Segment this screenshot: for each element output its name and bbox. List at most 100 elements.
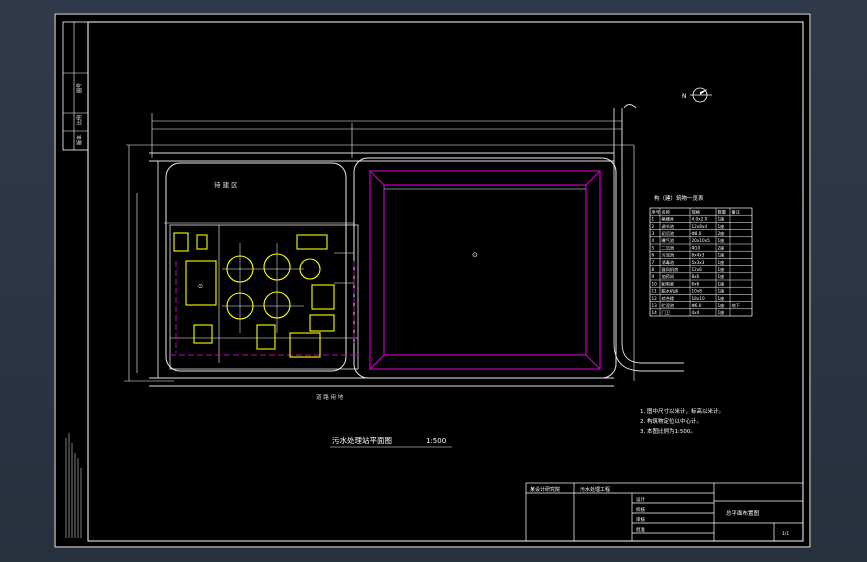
table-cell: 2座: [718, 244, 725, 251]
table-cell: 贮泥池: [662, 302, 675, 309]
pond-site: [353, 157, 617, 379]
table-cell: 11: [652, 289, 658, 294]
table-cell: 1座: [718, 273, 725, 280]
table-cell: 1座: [718, 259, 725, 266]
table-cell: 1座: [718, 309, 725, 316]
table-cell: 曝气池: [662, 237, 675, 243]
table-cell: 12: [652, 296, 658, 301]
table-cell: 5x3x3: [692, 260, 705, 265]
table-cell: 14: [652, 310, 658, 315]
road-label: 道 路 用 地: [316, 393, 344, 401]
site-roads: [149, 104, 684, 387]
table-cell: 地下: [732, 302, 740, 309]
table-cell: 4x4: [692, 310, 700, 315]
tb-row-4: 批准: [636, 526, 645, 533]
drawing-title: 污水处理站平面图: [332, 435, 392, 445]
table-header-cell: 备注: [732, 208, 741, 215]
table-cell: 脱水机房: [662, 288, 679, 295]
building-f: [309, 314, 335, 332]
table-cell: 消毒池: [662, 259, 675, 266]
building-g: [256, 324, 276, 350]
table-cell: 12x6: [692, 267, 703, 272]
table-header-cell: 序号: [652, 208, 660, 215]
north-arrow: N: [682, 87, 712, 103]
table-cell: 初沉池: [662, 230, 675, 237]
table-cell: 格栅井: [662, 216, 675, 223]
table-cell: 6: [652, 253, 655, 258]
notes-block: 1. 图中尺寸以米计，标高以米计。 2. 构筑物定位以中心计。 3. 本图比例为…: [640, 407, 724, 435]
drawing-scale: 1:500: [426, 437, 446, 445]
treatment-area: ⊙: [169, 224, 359, 370]
table-cell: 20x10x5: [692, 238, 711, 243]
tb-sheet: 1/1: [782, 531, 789, 537]
table-cell: 13: [652, 303, 658, 308]
table-cell: 6x4x3: [692, 253, 705, 258]
table-cell: 1座: [718, 266, 725, 273]
table-cell: 8x6: [692, 274, 700, 279]
tb-row-2: 校核: [636, 506, 645, 513]
building-d: [296, 234, 328, 250]
building-marker: ⊙: [198, 283, 203, 290]
table-cell: 8: [652, 267, 655, 272]
strip-label-1: 图号: [77, 83, 83, 93]
note-line-2: 2. 构筑物定位以中心计。: [640, 417, 702, 425]
pond: [369, 170, 601, 370]
table-cell: 调节池: [662, 223, 675, 230]
table-cell: 1座: [718, 288, 725, 295]
table-cell: 18x10: [692, 296, 705, 301]
building-i: [193, 324, 213, 344]
top-dimensions: [126, 113, 634, 224]
table-title: 构（建）筑物一览表: [654, 194, 704, 202]
table-cell: 1座: [718, 216, 725, 223]
table-cell: 1座: [718, 280, 725, 287]
table-cell: 5: [652, 245, 655, 250]
table-cell: 1座: [718, 237, 725, 244]
table-cell: 6x6: [692, 281, 700, 286]
structure-table: 构（建）筑物一览表序号 名称 规格 数量 备注 1 格栅井 4.0x2.0 1座 2 调节池 12x8…: [649, 194, 753, 317]
table-cell: 1座: [718, 252, 725, 259]
table-cell: Φ8.0: [692, 231, 702, 236]
table-cell: 4.0x2.0: [692, 217, 708, 222]
table-cell: 7: [652, 260, 655, 265]
north-label: N: [682, 93, 687, 100]
building-e: [311, 284, 335, 310]
table-cell: 3: [652, 231, 655, 236]
table-cell: 2座: [718, 230, 725, 237]
table-cell: 鼓风机房: [662, 266, 679, 273]
reserved-zone: [165, 162, 347, 372]
building-c: [196, 234, 208, 250]
table-cell: 9: [652, 274, 655, 279]
tb-drawing-name: 总平面布置图: [726, 509, 760, 517]
pond-marker: ⊙: [472, 251, 478, 259]
table-cell: 门卫: [662, 309, 670, 316]
tb-row-3: 审核: [636, 516, 645, 523]
table-cell: 综合楼: [662, 295, 675, 302]
table-cell: 1座: [718, 302, 725, 309]
building-h: [289, 332, 321, 358]
strip-label-2: 比例: [76, 115, 83, 125]
table-cell: 1座: [718, 223, 725, 230]
table-cell: Φ6.0: [692, 303, 702, 308]
table-cell: 1座: [718, 295, 725, 302]
table-cell: 10: [652, 281, 658, 286]
tb-company: 某设计研究院: [530, 486, 560, 493]
table-cell: 12x8x4: [692, 224, 708, 229]
note-line-1: 1. 图中尺寸以米计，标高以米计。: [640, 407, 724, 415]
note-line-3: 3. 本图比例为1:500。: [640, 427, 696, 435]
table-cell: 配电室: [662, 280, 675, 287]
strip-label-3: 版本: [76, 135, 83, 145]
table-cell: 2: [652, 224, 655, 229]
tb-project: 污水处理工程: [580, 486, 610, 493]
table-header-cell: 规格: [692, 208, 701, 215]
table-header-cell: 名称: [662, 208, 670, 215]
table-cell: 4: [652, 238, 655, 243]
table-cell: 二沉池: [662, 244, 675, 251]
drawing-sheet: 图号 比例 版本 待 建 区 ⊙ ⊙ 道 路 用 地 污水处理站平面图 1:50…: [54, 13, 811, 548]
table-header-cell: 数量: [718, 208, 726, 215]
table-cell: 10x8: [692, 289, 703, 294]
title-block: [525, 482, 804, 542]
tb-row-1: 设计: [636, 496, 645, 503]
cad-viewer: 图号 比例 版本 待 建 区 ⊙ ⊙ 道 路 用 地 污水处理站平面图 1:50…: [0, 0, 867, 562]
table-cell: 1: [652, 217, 655, 222]
cad-drawing[interactable]: 图号 比例 版本 待 建 区 ⊙ ⊙ 道 路 用 地 污水处理站平面图 1:50…: [54, 13, 811, 548]
